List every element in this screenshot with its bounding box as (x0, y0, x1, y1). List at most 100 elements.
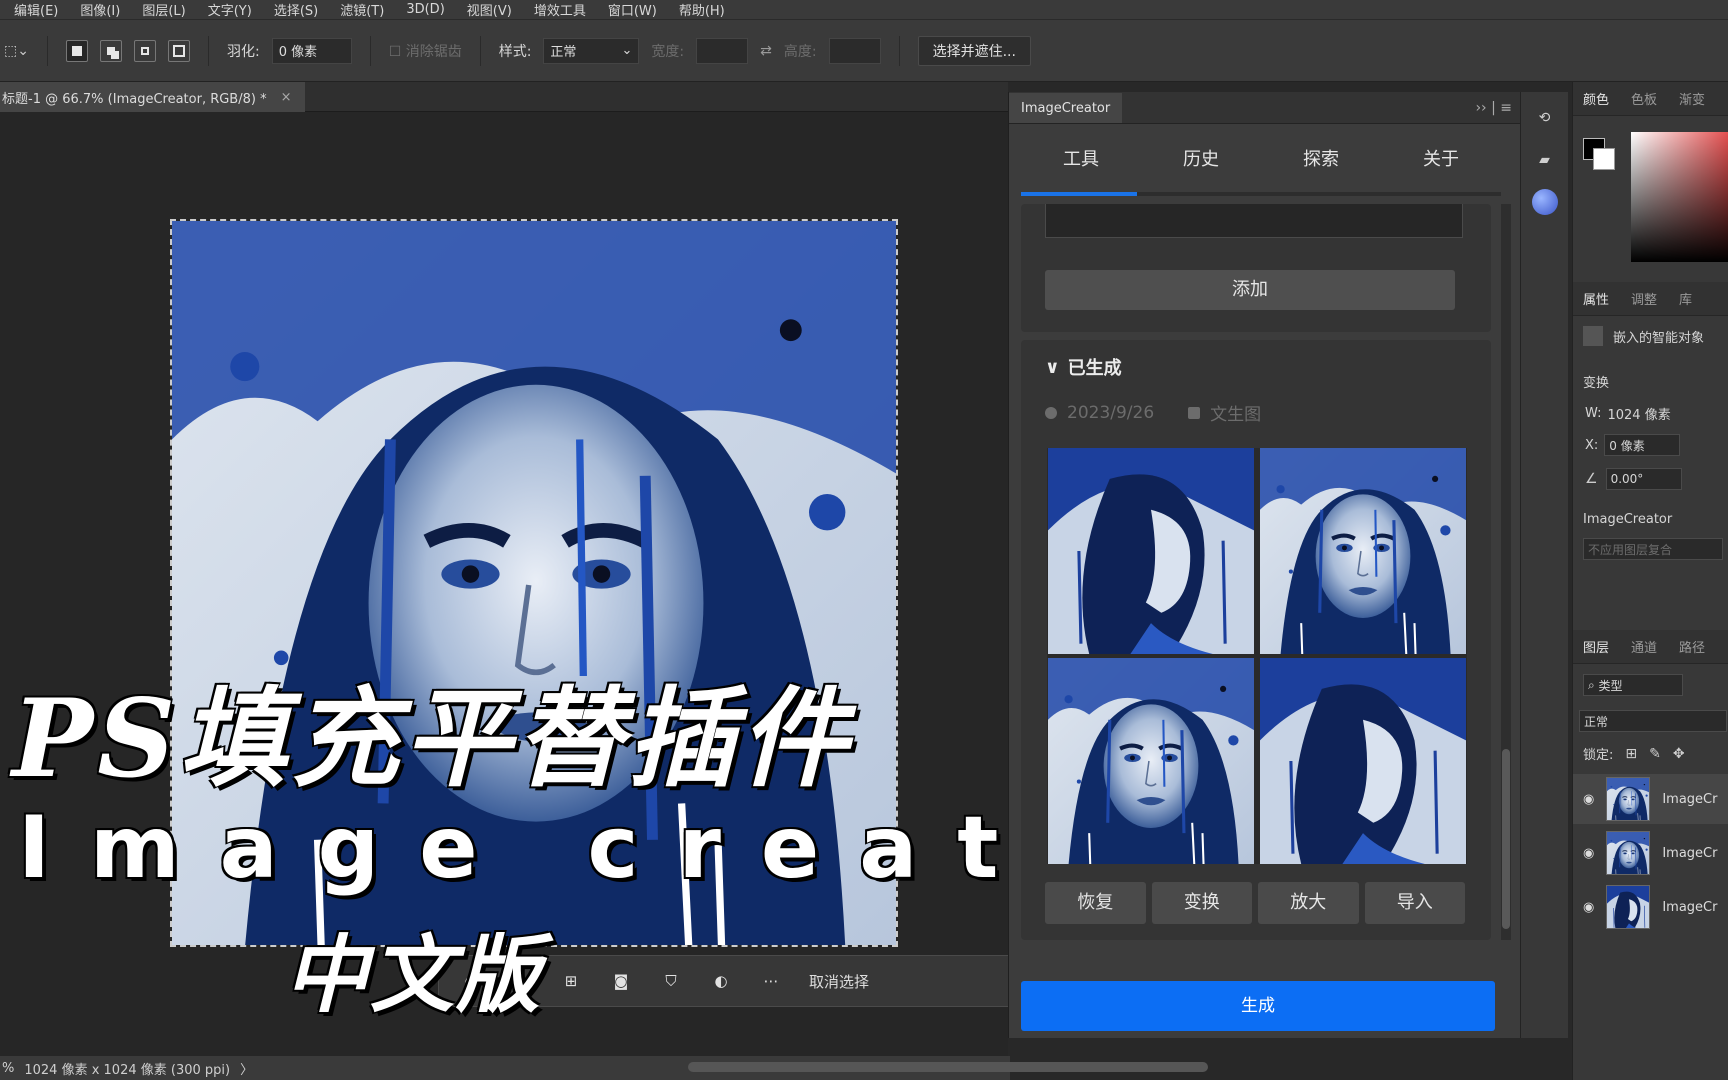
menu-3d[interactable]: 3D(D) (406, 2, 444, 17)
import-button[interactable]: 导入 (1364, 882, 1465, 924)
tab-swatches[interactable]: 色板 (1631, 89, 1657, 108)
transform-selection-icon[interactable]: ⊞ (559, 969, 583, 993)
tab-properties[interactable]: 属性 (1583, 289, 1609, 308)
menu-view[interactable]: 视图(V) (467, 0, 512, 19)
cancel-selection-button[interactable]: 取消选择 (809, 971, 869, 992)
imagecreator-panel: ImageCreator ›› | ≡ 工具 历史 探索 关于 添加 ∨ 已生成… (1008, 92, 1520, 1038)
menu-help[interactable]: 帮助(H) (679, 0, 725, 19)
result-image-4[interactable] (1259, 658, 1467, 864)
result-actions: 恢复 变换 放大 导入 (1045, 882, 1465, 924)
menu-select[interactable]: 选择(S) (274, 0, 318, 19)
prompt-input[interactable] (1045, 204, 1463, 238)
history-icon[interactable]: ⟲ (1529, 102, 1561, 134)
menu-plugins[interactable]: 增效工具 (534, 0, 586, 19)
result-image-1[interactable] (1047, 448, 1255, 654)
swap-icon[interactable]: ⇄ (760, 43, 772, 59)
tab-adjustments[interactable]: 调整 (1631, 289, 1657, 308)
tab-explore[interactable]: 探索 (1261, 140, 1381, 180)
restore-button[interactable]: 恢复 (1045, 882, 1146, 924)
transform-button[interactable]: 变换 (1151, 882, 1252, 924)
tab-gradients[interactable]: 渐变 (1679, 89, 1705, 108)
lock-brush-icon[interactable]: ✎ (1649, 746, 1661, 762)
result-image-2[interactable] (1259, 448, 1467, 654)
background-color-swatch[interactable] (1593, 148, 1615, 170)
comments-icon[interactable]: ▰ (1529, 144, 1561, 176)
imagecreator-icon[interactable] (1529, 186, 1561, 218)
layer-comp-label: ImageCreator (1583, 512, 1673, 527)
upscale-button[interactable]: 放大 (1258, 882, 1359, 924)
tab-libraries[interactable]: 库 (1679, 289, 1692, 308)
tab-paths[interactable]: 路径 (1679, 637, 1705, 656)
blend-mode-select[interactable]: 正常 (1579, 710, 1727, 732)
close-icon[interactable]: × (281, 90, 292, 105)
menu-image[interactable]: 图像(I) (80, 0, 120, 19)
layers-panel-tabs: 图层 通道 路径 (1573, 630, 1728, 664)
mode-icon (1188, 406, 1201, 419)
color-picker-field[interactable] (1631, 132, 1728, 262)
eye-icon[interactable]: ◉ (1583, 846, 1594, 861)
menu-type[interactable]: 文字(Y) (208, 0, 252, 19)
panel-scrollbar[interactable] (1501, 204, 1511, 940)
mask-icon[interactable]: ◙ (609, 969, 633, 993)
marquee-tool-icon[interactable]: ⬚⌄ (4, 43, 29, 59)
x-input[interactable]: 0 像素 (1604, 434, 1681, 456)
eye-icon[interactable]: ◉ (1583, 900, 1594, 915)
layer-name: ImageCr (1662, 899, 1718, 915)
generated-title: 已生成 (1067, 358, 1122, 379)
layer-row[interactable]: ◉ ImageCr (1573, 828, 1728, 878)
tab-tools[interactable]: 工具 (1021, 140, 1141, 180)
chevron-right-icon[interactable]: 〉 (240, 1059, 253, 1078)
antialias-checkbox[interactable]: ☐ 消除锯齿 (389, 41, 462, 61)
generative-fill-icon[interactable]: ◔ (459, 969, 483, 993)
generation-mode: 文生图 (1210, 405, 1262, 425)
width-input[interactable] (696, 37, 749, 64)
search-icon: ⌕ (1588, 677, 1599, 692)
w-value[interactable]: 1024 像素 (1607, 404, 1670, 423)
tab-about[interactable]: 关于 (1381, 140, 1501, 180)
select-and-mask-button[interactable]: 选择并遮住... (917, 35, 1031, 66)
menu-edit[interactable]: 编辑(E) (14, 0, 58, 19)
tab-history[interactable]: 历史 (1141, 140, 1261, 180)
color-panel-tabs: 颜色 色板 渐变 (1573, 82, 1728, 116)
menu-layer[interactable]: 图层(L) (142, 0, 185, 19)
brush-icon[interactable]: ✎ (509, 969, 533, 993)
document-tab[interactable]: 标题-1 @ 66.7% (ImageCreator, RGB/8) * × (0, 82, 305, 112)
layer-filter-row: ⌕ 类型 (1573, 674, 1728, 696)
tab-layers[interactable]: 图层 (1583, 637, 1609, 656)
eye-icon[interactable]: ◉ (1583, 792, 1594, 807)
kind-filter-select[interactable]: ⌕ 类型 (1583, 674, 1683, 696)
result-image-3[interactable] (1047, 658, 1255, 864)
add-selection-icon[interactable] (99, 39, 122, 62)
canvas-artwork[interactable] (170, 219, 898, 947)
new-selection-icon[interactable] (65, 39, 88, 62)
style-value: 正常 (550, 45, 577, 60)
antialias-label: 消除锯齿 (405, 43, 462, 60)
lock-pixels-icon[interactable]: ⊞ (1625, 746, 1637, 762)
tab-channels[interactable]: 通道 (1631, 637, 1657, 656)
more-icon[interactable]: ⋯ (759, 969, 783, 993)
layer-row[interactable]: ◉ ImageCr (1573, 774, 1728, 824)
tab-color[interactable]: 颜色 (1583, 89, 1609, 108)
horizontal-scrollbar[interactable] (688, 1062, 1208, 1072)
layer-comp-select[interactable]: 不应用图层复合 (1583, 538, 1723, 560)
menu-window[interactable]: 窗口(W) (608, 0, 657, 19)
generated-section-toggle[interactable]: ∨ 已生成 (1045, 354, 1122, 380)
canvas-area[interactable]: ◔ ✎ ⊞ ◙ ⛉ ◐ ⋯ 取消选择 (0, 112, 1008, 1056)
subtract-selection-icon[interactable] (133, 39, 156, 62)
fill-icon[interactable]: ⛉ (659, 969, 683, 993)
generate-button[interactable]: 生成 (1021, 981, 1495, 1031)
angle-input[interactable]: 0.00° (1605, 468, 1682, 490)
layer-row[interactable]: ◉ ImageCr (1573, 882, 1728, 932)
lock-move-icon[interactable]: ✥ (1673, 746, 1685, 762)
panel-menu-icon[interactable]: ›› | ≡ (1475, 100, 1512, 116)
zoom-level[interactable]: % (2, 1061, 14, 1076)
add-button[interactable]: 添加 (1045, 270, 1455, 310)
style-select[interactable]: 正常 ⌄ (543, 37, 640, 64)
panel-tab[interactable]: ImageCreator (1009, 93, 1123, 123)
invert-icon[interactable]: ◐ (709, 969, 733, 993)
height-input[interactable] (828, 37, 881, 64)
menu-filter[interactable]: 滤镜(T) (340, 0, 384, 19)
lock-label: 锁定: (1583, 748, 1614, 763)
intersect-selection-icon[interactable] (167, 39, 190, 62)
feather-input[interactable]: 0 像素 (271, 37, 352, 64)
